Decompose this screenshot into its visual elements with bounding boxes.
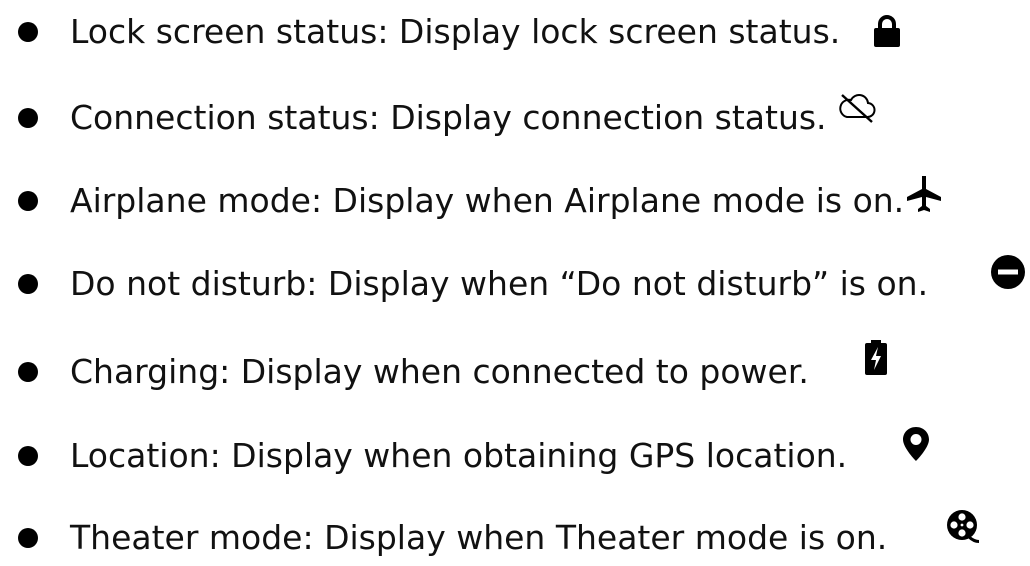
theater-mode-icon [944,508,980,544]
list-item-do-not-disturb: Do not disturb: Display when “Do not dis… [0,254,1030,312]
bullet-point [18,191,38,211]
bullet-point [18,446,38,466]
item-label: Theater mode: Display when Theater mode … [70,518,888,557]
list-item-airplane: Airplane mode: Display when Airplane mod… [0,173,1030,229]
list-item-charging: Charging: Display when connected to powe… [0,340,1030,400]
bullet-point [18,528,38,548]
battery-charging-icon [864,340,888,376]
bullet-point [18,362,38,382]
bullet-point [18,108,38,128]
item-label: Connection status: Display connection st… [70,98,827,137]
location-pin-icon [902,426,930,462]
list-item-theater-mode: Theater mode: Display when Theater mode … [0,510,1030,566]
list-item-connection: Connection status: Display connection st… [0,90,1030,146]
item-label: Do not disturb: Display when “Do not dis… [70,264,929,303]
list-item-location: Location: Display when obtaining GPS loc… [0,426,1030,484]
cloud-off-icon [836,90,878,124]
status-icon-list: Lock screen status: Display lock screen … [0,0,1030,557]
item-label: Charging: Display when connected to powe… [70,352,809,391]
lock-icon [872,14,902,48]
bullet-point [18,22,38,42]
item-label: Location: Display when obtaining GPS loc… [70,436,848,475]
item-label: Airplane mode: Display when Airplane mod… [70,181,905,220]
airplane-icon [906,175,942,213]
do-not-disturb-icon [990,254,1026,290]
list-item-lock-screen: Lock screen status: Display lock screen … [0,4,1030,60]
item-label: Lock screen status: Display lock screen … [70,12,841,51]
bullet-point [18,274,38,294]
